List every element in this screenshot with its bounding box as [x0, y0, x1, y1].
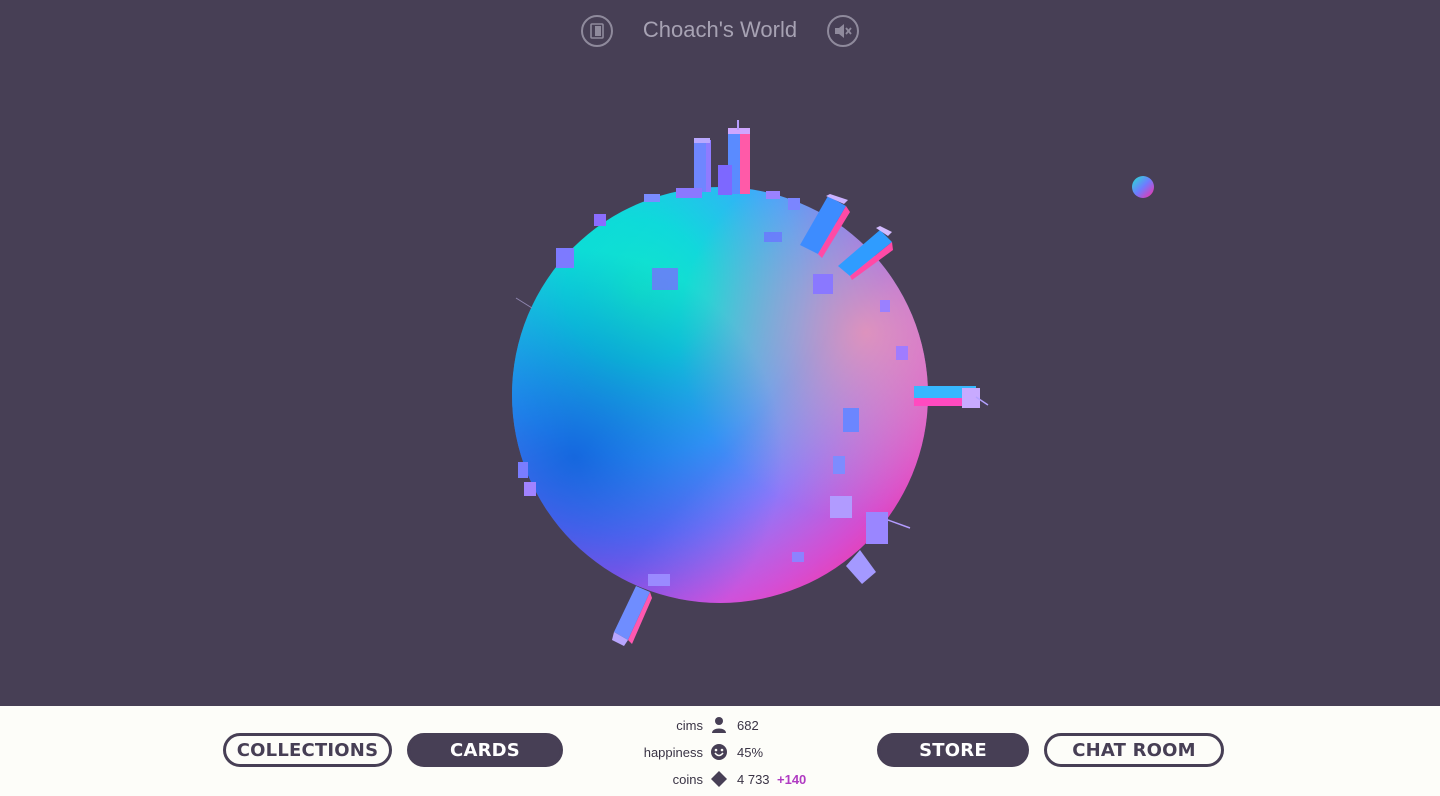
stat-cims: cims 682 — [600, 716, 860, 736]
chat-room-button[interactable]: CHAT ROOM — [1044, 733, 1224, 767]
cards-button[interactable]: CARDS — [407, 733, 563, 767]
exit-button[interactable] — [581, 15, 613, 47]
moon[interactable] — [1132, 176, 1154, 198]
exit-door-icon — [590, 23, 604, 39]
person-icon — [712, 717, 726, 733]
stat-cims-label: cims — [676, 718, 703, 733]
stat-happiness-value: 45% — [737, 745, 764, 760]
stat-coins-delta: +140 — [777, 772, 807, 787]
mute-button[interactable] — [827, 15, 859, 47]
smiley-icon — [711, 744, 727, 760]
planet-scene[interactable] — [0, 0, 1440, 706]
diamond-icon — [711, 771, 727, 787]
stats-panel: cims 682 happiness 45% coins 4 733 +140 — [600, 714, 860, 794]
collections-button[interactable]: COLLECTIONS — [223, 733, 392, 767]
speaker-muted-icon — [835, 24, 852, 38]
store-button[interactable]: STORE — [877, 733, 1029, 767]
stat-cims-value: 682 — [737, 718, 759, 733]
footer-bar: COLLECTIONS CARDS cims 682 happiness 45%… — [0, 706, 1440, 796]
stat-coins-value: 4 733 — [737, 772, 770, 787]
game-viewport[interactable]: Choach's World — [0, 0, 1440, 706]
stat-coins: coins 4 733 +140 — [600, 770, 860, 790]
world-title: Choach's World — [642, 17, 798, 42]
stat-coins-label: coins — [672, 772, 703, 787]
top-bar: Choach's World — [0, 0, 1440, 64]
stat-happiness-label: happiness — [643, 745, 703, 760]
stat-happiness: happiness 45% — [600, 743, 860, 763]
